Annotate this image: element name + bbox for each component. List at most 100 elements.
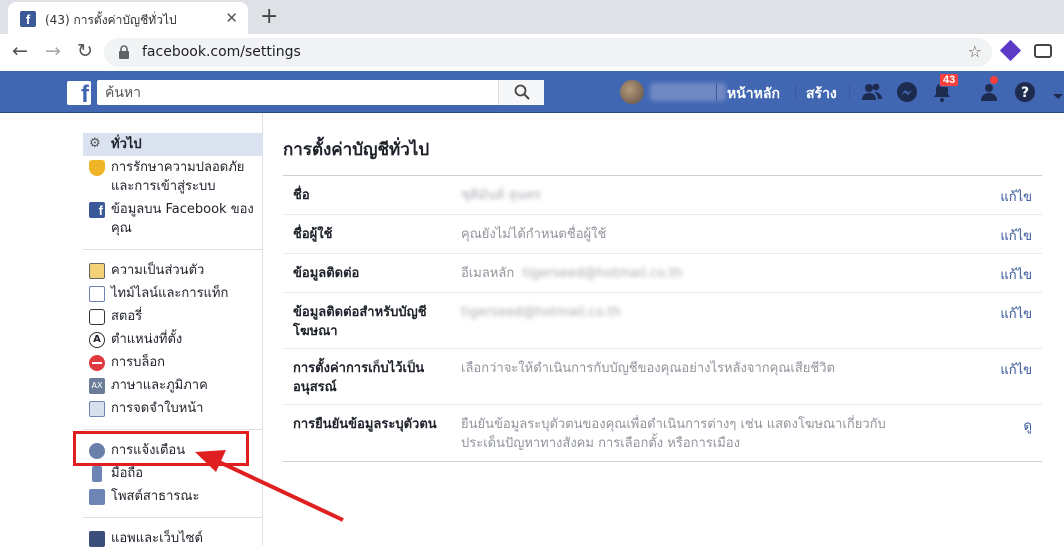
settings-row-identity-confirmation[interactable]: การยืนยันข้อมูลระบุตัวตน ยืนยันข้อมูลระบ… [283,405,1042,462]
edit-link[interactable]: แก้ไข [1000,225,1032,246]
sidebar-item-label: ไทม์ไลน์และการแท็ก [111,286,229,301]
sidebar-item-label: ตำแหน่งที่ตั้ง [111,332,183,347]
view-link[interactable]: ดู [1024,415,1032,436]
divider [849,83,850,101]
edit-link[interactable]: แก้ไข [1000,186,1032,207]
lock-icon [89,263,105,279]
sidebar-item-label: แอพและเว็บไซต์ [111,531,203,546]
row-value: ชุติมันท์ สุนทร [461,186,921,205]
quick-help-icon[interactable] [978,75,1000,103]
messenger-icon[interactable] [896,81,918,103]
sidebar-divider-line [83,249,263,250]
sidebar-item-public-posts[interactable]: โพสต์สาธารณะ [83,485,263,508]
search-input[interactable] [97,80,497,105]
search-button[interactable] [498,80,544,105]
sidebar-item-location[interactable]: A ตำแหน่งที่ตั้ง [83,328,263,351]
search-icon [514,84,530,100]
facebook-icon: f [89,202,105,218]
row-label: ข้อมูลติดต่อสำหรับบัญชีโฆษณา [293,305,427,339]
facebook-topbar: f หน้าหลัก สร้าง 43 ? [0,71,1064,113]
page-title: การตั้งค่าบัญชีทั่วไป [283,133,1042,176]
sidebar-item-label: การรักษาความปลอดภัยและการเข้าสู่ระบบ [111,160,245,194]
sidebar-item-label: ความเป็นส่วนตัว [111,263,205,278]
sidebar-item-face-recognition[interactable]: การจดจำใบหน้า [83,397,263,420]
row-label: ชื่อ [293,188,310,203]
url-text: facebook.com/settings [142,44,301,60]
settings-row-ad-account-contact[interactable]: ข้อมูลติดต่อสำหรับบัญชีโฆษณา tigerseed@h… [283,293,1042,349]
svg-text:?: ? [1021,85,1029,101]
row-label: การยืนยันข้อมูลระบุตัวตน [293,417,437,432]
highlight-box-annotation [73,431,249,466]
shield-icon [89,160,105,176]
sidebar-item-blocking[interactable]: การบล็อก [83,351,263,374]
avatar [620,80,644,104]
tab-title: (43) การตั้งค่าบัญชีทั่วไป [45,13,177,27]
home-link[interactable]: หน้าหลัก [727,83,780,105]
sidebar-item-security[interactable]: การรักษาความปลอดภัยและการเข้าสู่ระบบ [83,156,263,198]
sidebar-item-label: มือถือ [111,466,144,481]
settings-sidebar: ⚙ ทั่วไป การรักษาความปลอดภัยและการเข้าสู… [83,133,263,550]
sidebar-item-label: สตอรี่ [111,309,143,324]
search-box [97,80,544,105]
reload-icon[interactable]: ↻ [77,40,93,62]
sidebar-divider-line [83,517,263,518]
browser-tab[interactable]: f (43) การตั้งค่าบัญชีทั่วไป ✕ [8,2,248,34]
location-icon: A [89,332,105,348]
help-question-icon[interactable]: ? [1014,81,1036,103]
facebook-favicon-icon: f [20,11,36,27]
sidebar-item-your-facebook-info[interactable]: f ข้อมูลบน Facebook ของคุณ [83,198,263,240]
lock-icon [119,45,129,59]
tab-close-icon[interactable]: ✕ [225,9,238,27]
edit-link[interactable]: แก้ไข [1000,359,1032,380]
notification-count-badge: 43 [939,73,960,87]
settings-row-name[interactable]: ชื่อ ชุติมันท์ สุนทร แก้ไข [283,176,1042,215]
row-value: อีเมลหลัก tigerseed@hotmail.co.th [461,264,921,283]
friend-requests-icon[interactable] [861,81,883,103]
row-label: ชื่อผู้ใช้ [293,227,333,242]
mobile-icon [92,466,102,482]
new-tab-icon[interactable]: + [260,4,278,29]
sidebar-item-label: การบล็อก [111,355,166,370]
cast-icon[interactable] [1034,44,1052,58]
browser-tabstrip: f (43) การตั้งค่าบัญชีทั่วไป ✕ + [0,0,1064,34]
edit-link[interactable]: แก้ไข [1000,303,1032,324]
settings-row-username[interactable]: ชื่อผู้ใช้ คุณยังไม่ได้กำหนดชื่อผู้ใช้ แ… [283,215,1042,254]
create-link[interactable]: สร้าง [806,83,837,105]
sidebar-divider-line [83,429,263,430]
sidebar-item-label: ข้อมูลบน Facebook ของคุณ [111,202,254,236]
gears-icon: ⚙ [89,136,101,151]
sidebar-item-apps[interactable]: แอพและเว็บไซต์ [83,527,263,550]
back-icon[interactable]: ← [12,40,28,62]
timeline-icon [89,286,105,302]
sidebar-item-language[interactable]: AX ภาษาและภูมิภาค [83,374,263,397]
forward-icon[interactable]: → [45,40,61,62]
sidebar-item-privacy[interactable]: ความเป็นส่วนตัว [83,259,263,282]
block-icon [89,355,105,371]
blurred-value: tigerseed@hotmail.co.th [461,305,621,320]
account-menu-chevron-down-icon[interactable] [1052,87,1064,99]
settings-row-contact[interactable]: ข้อมูลติดต่อ อีเมลหลัก tigerseed@hotmail… [283,254,1042,293]
address-bar[interactable]: facebook.com/settings ☆ [104,38,992,67]
facebook-logo-icon[interactable]: f [67,81,91,105]
face-icon [89,401,105,417]
blurred-value: ชุติมันท์ สุนทร [461,188,541,203]
blurred-value: tigerseed@hotmail.co.th [522,266,683,281]
sidebar-item-label: ภาษาและภูมิภาค [111,378,208,393]
divider [716,83,717,101]
row-label: ข้อมูลติดต่อ [293,266,360,281]
general-settings-panel: การตั้งค่าบัญชีทั่วไป ชื่อ ชุติมันท์ สุน… [283,133,1042,462]
row-value: tigerseed@hotmail.co.th [461,303,921,322]
value-prefix: อีเมลหลัก [461,266,515,281]
settings-row-memorialization[interactable]: การตั้งค่าการเก็บไว้เป็นอนุสรณ์ เลือกว่า… [283,349,1042,405]
alert-dot [989,75,999,85]
bookmark-star-icon[interactable]: ☆ [968,42,982,61]
notifications-bell-icon[interactable]: 43 [931,73,960,103]
sidebar-item-stories[interactable]: สตอรี่ [83,305,263,328]
address-bar-row: ← → ↻ facebook.com/settings ☆ [0,34,1064,71]
sidebar-item-general[interactable]: ⚙ ทั่วไป [83,133,263,156]
book-icon [89,309,105,325]
edit-link[interactable]: แก้ไข [1000,264,1032,285]
language-icon: AX [89,378,105,394]
sidebar-item-timeline[interactable]: ไทม์ไลน์และการแท็ก [83,282,263,305]
sidebar-item-label: การจดจำใบหน้า [111,401,204,416]
